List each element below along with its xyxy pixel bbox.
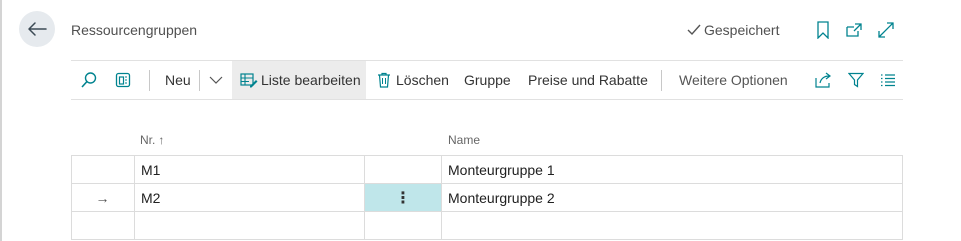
trash-icon [378, 72, 390, 88]
cell-name[interactable]: Monteurgruppe 2 [448, 184, 555, 212]
filter-icon [848, 72, 864, 88]
action-bar: Neu Liste bearbeiten Löschen Gruppe Prei… [71, 60, 903, 100]
checkmark-icon [687, 24, 701, 36]
bookmark-button[interactable] [813, 20, 833, 40]
edit-list-icon [240, 73, 258, 88]
cell-nr[interactable]: M1 [141, 156, 160, 184]
new-dropdown-button[interactable] [205, 61, 227, 99]
chevron-down-icon [209, 76, 223, 84]
cell-nr-value: M1 [141, 162, 161, 178]
grid-line [71, 155, 72, 240]
open-new-window-button[interactable] [844, 20, 864, 40]
open-in-new-window-icon [846, 23, 862, 37]
sort-ascending-icon: ↑ [158, 133, 165, 147]
prices-discounts-menu-button[interactable]: Preise und Rabatte [528, 61, 648, 99]
toolbar-divider [199, 70, 200, 91]
search-button[interactable] [77, 61, 101, 99]
cell-name-value: Monteurgruppe 2 [448, 190, 555, 206]
list-view-icon [881, 74, 895, 87]
column-header-name[interactable]: Name [448, 133, 480, 147]
grid-line [902, 155, 903, 240]
row-actions-menu-button[interactable]: ⋮ [365, 184, 441, 212]
expand-icon [878, 22, 894, 38]
grid-line [71, 239, 903, 240]
filter-button[interactable] [844, 61, 868, 99]
column-header-nr-label: Nr. [140, 133, 156, 147]
column-header-name-label: Name [448, 133, 481, 147]
column-header-nr[interactable]: Nr. ↑ [140, 133, 164, 147]
search-icon [81, 72, 97, 88]
share-button[interactable] [812, 61, 836, 99]
edit-list-label: Liste bearbeiten [261, 72, 361, 88]
toolbar-divider [149, 70, 150, 91]
data-grid: M1 Monteurgruppe 1 → M2 ⋮ Monteurgruppe … [71, 155, 903, 240]
expand-button[interactable] [876, 20, 896, 40]
window-edge [0, 0, 2, 241]
toolbar-divider [661, 70, 662, 91]
table-row-empty[interactable] [71, 211, 903, 239]
list-view-button[interactable] [876, 61, 900, 99]
delete-button[interactable]: Löschen [377, 61, 449, 99]
saved-status: Gespeichert [686, 22, 779, 38]
share-icon [815, 72, 831, 88]
table-row[interactable]: M1 Monteurgruppe 1 [71, 155, 903, 183]
cell-name-value: Monteurgruppe 1 [448, 162, 555, 178]
details-pane-icon [115, 72, 131, 88]
grid-line [441, 155, 442, 240]
grid-line [364, 155, 365, 240]
new-button[interactable]: Neu [165, 61, 191, 99]
grid-line [134, 155, 135, 240]
saved-status-label: Gespeichert [704, 22, 780, 38]
back-button[interactable] [19, 11, 55, 47]
edit-list-button[interactable]: Liste bearbeiten [232, 61, 366, 99]
cell-nr-value: M2 [141, 190, 161, 206]
cell-nr[interactable]: M2 [141, 184, 160, 212]
delete-label: Löschen [396, 72, 449, 88]
table-row-selected[interactable]: → M2 ⋮ Monteurgruppe 2 [71, 183, 903, 212]
cell-name[interactable]: Monteurgruppe 1 [448, 156, 555, 184]
row-indicator-arrow-icon: → [95, 190, 110, 206]
bookmark-icon [817, 21, 829, 39]
details-pane-button[interactable] [111, 61, 135, 99]
page-title: Ressourcengruppen [71, 22, 198, 38]
arrow-left-icon [28, 22, 47, 36]
more-options-button[interactable]: Weitere Optionen [679, 61, 788, 99]
group-menu-button[interactable]: Gruppe [464, 61, 511, 99]
